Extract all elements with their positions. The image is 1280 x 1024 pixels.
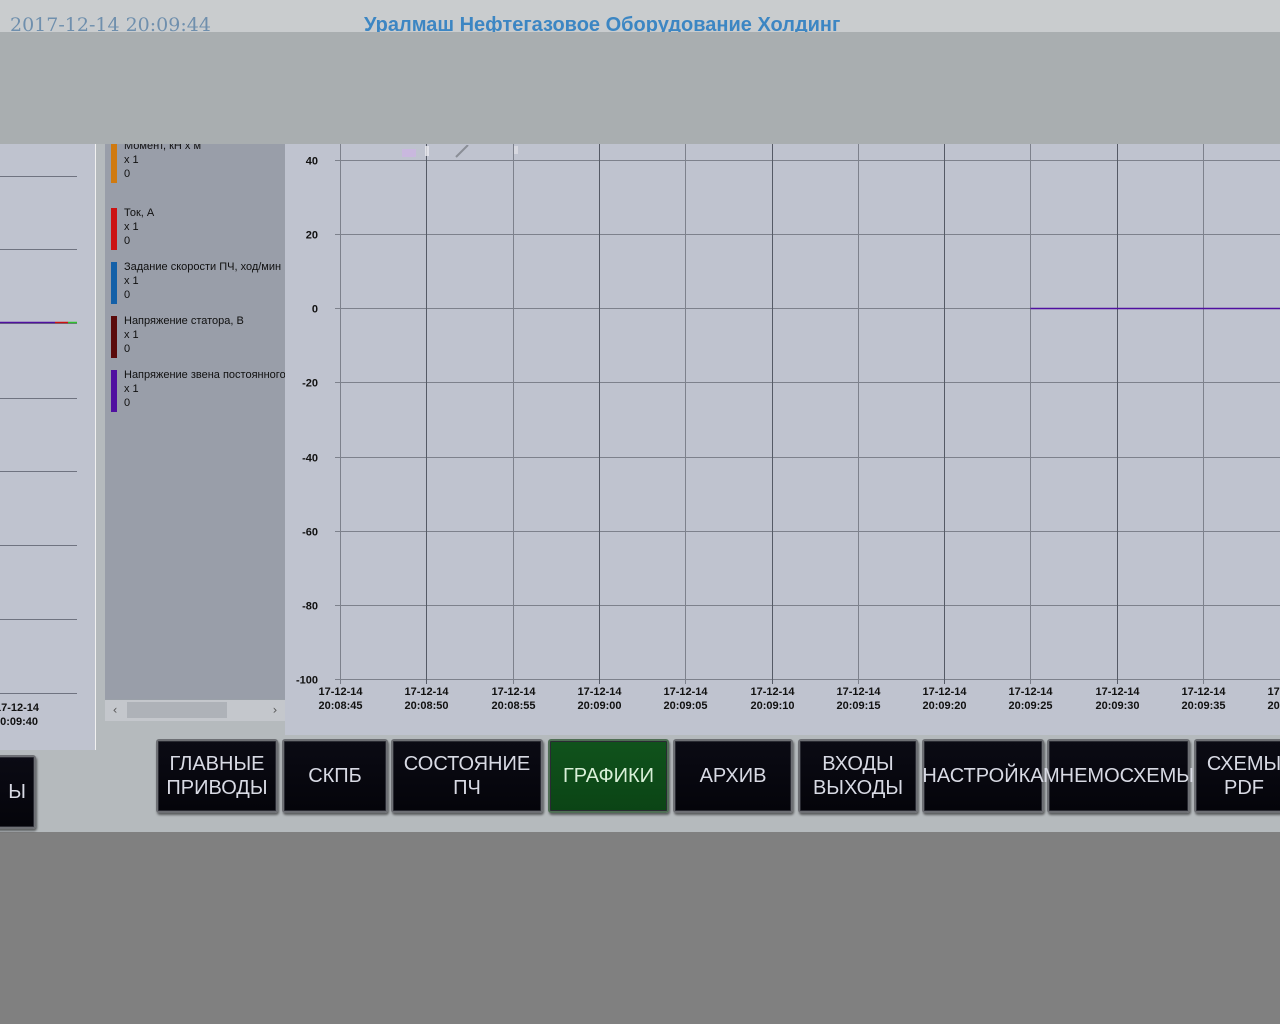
y-tick-label: -60 [302,527,318,539]
legend-text: Напряжение звена постоянного тока, В x 1… [124,368,285,410]
left-tick-time: 20:09:40 [0,716,39,728]
y-tick-label: -100 [296,675,318,687]
y-tick-label: 20 [306,230,318,242]
legend-item[interactable]: Ток, А x 1 0 [111,206,285,250]
legend-color-swatch [111,370,117,412]
x-tick-date: 17-12-14 [404,686,449,698]
legend-horizontal-scrollbar[interactable]: ‹ › [105,699,285,721]
nav-button-skpb[interactable]: СКПБ [282,739,388,813]
legend-color-swatch [111,144,117,183]
legend-text: Ток, А x 1 0 [124,206,154,248]
x-tick-time: 20:09:15 [836,700,880,712]
legend-item[interactable]: Напряжение статора, В x 1 0 [111,314,285,358]
legend-scale: x 1 [124,154,139,166]
legend-scale: x 1 [124,383,139,395]
legend-name: Момент, кН х м [124,144,202,152]
x-tick-time: 20:09:00 [577,700,621,712]
x-tick-date: 17-12-14 [750,686,795,698]
legend-text: Задание скорости ПЧ, ход/мин x 1 0 [124,260,281,302]
y-tick-label: -80 [302,601,318,613]
x-tick-date: 17-12-14 [1095,686,1140,698]
legend-name: Напряжение статора, В [124,315,244,327]
legend-value: 0 [124,168,131,180]
scroll-right-arrow-icon[interactable]: › [265,702,285,718]
scrollbar-thumb[interactable] [127,702,227,718]
chart-toolbar-glitch [402,145,518,158]
legend-item[interactable]: Напряжение звена постоянного тока, В x 1… [111,368,285,412]
x-tick-date: 17-12-14 [1267,686,1280,698]
legend-value: 0 [124,289,131,301]
x-tick-date: 17-12-14 [663,686,708,698]
legend-scale: x 1 [124,275,139,287]
x-tick-date: 17-12-14 [836,686,881,698]
legend-color-swatch [111,262,117,304]
top-panel-left [0,47,625,144]
legend-item[interactable]: Момент, кН х м x 1 0 [111,144,285,183]
x-tick-date: 17-12-14 [922,686,967,698]
legend-name: Ток, А [124,207,155,219]
legend-scale: x 1 [124,329,139,341]
scroll-left-arrow-icon[interactable]: ‹ [105,702,125,718]
nav-button-exit[interactable]: Ы [0,755,36,829]
nav-button-io[interactable]: ВХОДЫ ВЫХОДЫ [798,739,918,813]
legend-text: Напряжение статора, В x 1 0 [124,314,244,356]
legend-color-swatch [111,208,117,250]
left-chart [0,176,77,694]
legend-color-swatch [111,316,117,358]
x-tick-time: 20:09:10 [750,700,794,712]
legend-panel: Момент, кН х м x 1 0 Ток, А x 1 0 Задание ск… [105,144,285,721]
nav-button-schemes-pdf[interactable]: СХЕМЫ PDF [1194,739,1280,813]
legend-name: Напряжение звена постоянного тока, В [124,369,285,381]
y-tick-label: 40 [306,156,318,168]
y-tick-label: -20 [302,378,318,390]
nav-button-fc-state[interactable]: СОСТОЯНИЕ ПЧ [391,739,543,813]
x-tick-date: 17-12-14 [491,686,536,698]
y-tick-label: -40 [302,453,318,465]
left-tick-date: 17-12-14 [0,702,40,714]
x-tick-time: 20:09:35 [1181,700,1225,712]
x-tick-time: 20:09:40 [1267,700,1280,712]
x-tick-date: 17-12-14 [1008,686,1053,698]
x-tick-time: 20:09:20 [922,700,966,712]
nav-button-settings[interactable]: НАСТРОЙКА [922,739,1044,813]
y-tick-label: 0 [312,304,318,316]
x-tick-date: 17-12-14 [577,686,622,698]
legend-value: 0 [124,235,131,247]
legend-scale: x 1 [124,221,139,233]
nav-button-mnemo[interactable]: МНЕМОСХЕМЫ [1043,739,1194,813]
x-tick-time: 20:09:25 [1008,700,1052,712]
nav-button-archive[interactable]: АРХИВ [673,739,793,813]
legend-text: Момент, кН х м x 1 0 [124,144,201,181]
x-tick-time: 20:09:30 [1095,700,1139,712]
x-tick-time: 20:08:45 [318,700,362,712]
x-tick-time: 20:09:05 [663,700,707,712]
legend-item[interactable]: Задание скорости ПЧ, ход/мин x 1 0 [111,260,285,304]
x-tick-date: 17-12-14 [318,686,363,698]
main-trend-chart[interactable]: 40200-20-40-60-80-10017-12-1420:08:4517-… [285,144,1280,735]
nav-button-main-drives[interactable]: ГЛАВНЫЕ ПРИВОДЫ [156,739,278,813]
legend-value: 0 [124,343,131,355]
nav-button-charts[interactable]: ГРАФИКИ [548,739,669,813]
left-x-tick: 17-12-14 20:09:40 [0,701,39,729]
x-tick-date: 17-12-14 [1181,686,1226,698]
legend-value: 0 [124,397,131,409]
x-tick-time: 20:08:50 [404,700,448,712]
legend-name: Задание скорости ПЧ, ход/мин [124,261,282,273]
x-tick-time: 20:08:55 [491,700,535,712]
